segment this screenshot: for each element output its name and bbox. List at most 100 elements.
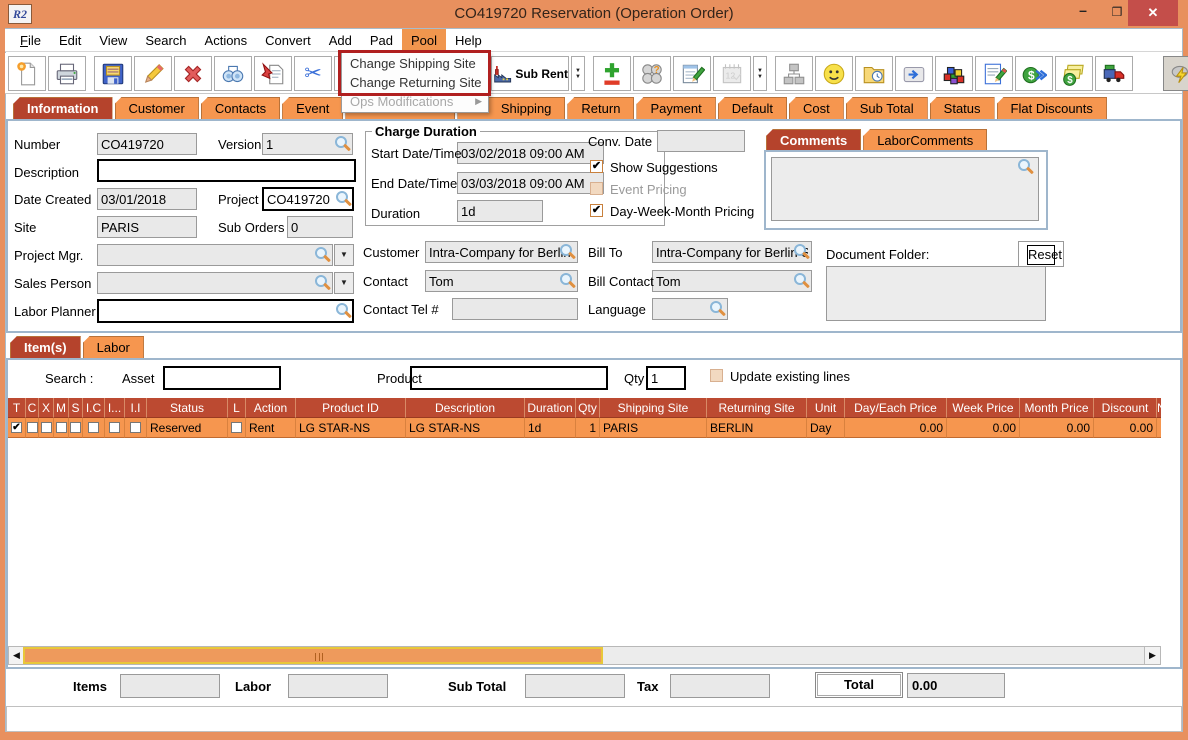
labor-planner-field[interactable] bbox=[97, 299, 354, 323]
row-checkbox-l[interactable] bbox=[231, 422, 242, 433]
cell-qty[interactable]: 1 bbox=[576, 418, 600, 438]
bill-to-lookup-icon[interactable] bbox=[794, 244, 810, 260]
tab-information[interactable]: Information bbox=[13, 97, 113, 120]
tab-comments[interactable]: Comments bbox=[766, 129, 862, 152]
sub-orders-field[interactable] bbox=[287, 216, 353, 238]
total-value-field[interactable] bbox=[907, 673, 1005, 698]
scrollbar-thumb[interactable] bbox=[23, 647, 603, 664]
customer-field[interactable] bbox=[425, 241, 578, 263]
cell-shipping-site[interactable]: PARIS bbox=[600, 418, 707, 438]
menu-search[interactable]: Search bbox=[136, 29, 195, 51]
sub-total-field[interactable] bbox=[525, 674, 625, 698]
send-invoice-button[interactable]: $ bbox=[1015, 56, 1053, 91]
billing-notes-button[interactable]: $ bbox=[1055, 56, 1093, 91]
tab-customer[interactable]: Customer bbox=[114, 97, 199, 120]
menu-file[interactable]: File bbox=[11, 29, 50, 51]
tab-status[interactable]: Status bbox=[929, 97, 995, 120]
row-checkbox-t[interactable]: ✔ bbox=[11, 422, 22, 433]
shortcut-button[interactable] bbox=[895, 56, 933, 91]
row-checkbox-c[interactable] bbox=[26, 422, 38, 433]
sub-rent-button[interactable]: Sub Rent bbox=[491, 56, 569, 91]
row-checkbox-x[interactable] bbox=[40, 422, 52, 433]
language-lookup-icon[interactable] bbox=[710, 301, 726, 317]
sales-person-field[interactable] bbox=[97, 272, 333, 294]
sales-person-dropdown-button[interactable]: ▼ bbox=[334, 272, 354, 294]
row-checkbox-idots[interactable] bbox=[109, 422, 120, 433]
tab-sub-total[interactable]: Sub Total bbox=[845, 97, 928, 120]
print-button[interactable] bbox=[48, 56, 86, 91]
pool-query-button[interactable]: ? bbox=[633, 56, 671, 91]
conv-date-field[interactable] bbox=[657, 130, 745, 152]
customer-lookup-icon[interactable] bbox=[560, 244, 576, 260]
project-mgr-lookup-icon[interactable] bbox=[315, 247, 331, 263]
qty-input[interactable] bbox=[646, 366, 686, 390]
tab-contacts[interactable]: Contacts bbox=[200, 97, 281, 120]
project-lookup-icon[interactable] bbox=[336, 191, 352, 207]
notes-button[interactable] bbox=[673, 56, 711, 91]
menu-actions[interactable]: Actions bbox=[196, 29, 257, 51]
tab-flat-discounts[interactable]: Flat Discounts bbox=[996, 97, 1107, 120]
contact-tel-field[interactable] bbox=[452, 298, 578, 320]
find-button[interactable] bbox=[214, 56, 252, 91]
new-document-button[interactable] bbox=[8, 56, 46, 91]
availability-button[interactable] bbox=[935, 56, 973, 91]
bill-to-field[interactable] bbox=[652, 241, 812, 263]
menu-item-change-returning-site[interactable]: Change Returning Site bbox=[342, 73, 488, 92]
tab-labor[interactable]: Labor bbox=[82, 336, 144, 359]
cell-week-price[interactable]: 0.00 bbox=[947, 418, 1020, 438]
version-lookup-icon[interactable] bbox=[335, 136, 351, 152]
menu-pool[interactable]: Pool bbox=[401, 29, 447, 51]
tab-event[interactable]: Event bbox=[282, 97, 344, 120]
update-existing-checkbox[interactable] bbox=[710, 369, 723, 382]
tab-items[interactable]: Item(s) bbox=[10, 336, 81, 359]
product-search-input[interactable] bbox=[410, 366, 608, 390]
tab-default[interactable]: Default bbox=[717, 97, 787, 120]
horizontal-scrollbar[interactable]: ◀ ▶ bbox=[8, 646, 1161, 665]
paste-special-button[interactable] bbox=[254, 56, 292, 91]
close-button[interactable]: ✕ bbox=[1128, 0, 1178, 26]
cell-unit[interactable]: Day bbox=[807, 418, 845, 438]
labor-planner-lookup-icon[interactable] bbox=[336, 303, 352, 319]
cut-button[interactable]: ✂ bbox=[294, 56, 332, 91]
scroll-right-arrow[interactable]: ▶ bbox=[1144, 647, 1160, 664]
description-field[interactable] bbox=[97, 159, 356, 182]
menu-pad[interactable]: Pad bbox=[361, 29, 402, 51]
menu-convert[interactable]: Convert bbox=[256, 29, 320, 51]
duration-field[interactable] bbox=[457, 200, 543, 222]
comments-textarea[interactable] bbox=[771, 157, 1039, 221]
asset-search-input[interactable] bbox=[163, 366, 281, 390]
save-button[interactable] bbox=[94, 56, 132, 91]
edit-button[interactable] bbox=[134, 56, 172, 91]
calendar-dropdown-chevron[interactable]: ▼ ▼ bbox=[753, 56, 767, 91]
site-field[interactable] bbox=[97, 216, 197, 238]
contact-lookup-icon[interactable] bbox=[560, 273, 576, 289]
cell-returning-site[interactable]: BERLIN bbox=[707, 418, 807, 438]
sub-rent-dropdown-chevron[interactable]: ▼ ▼ bbox=[571, 56, 585, 91]
cell-status[interactable]: Reserved bbox=[147, 418, 228, 438]
cell-net-each[interactable]: 0.00 bbox=[1157, 418, 1161, 438]
project-mgr-field[interactable] bbox=[97, 244, 333, 266]
shipping-button[interactable] bbox=[1095, 56, 1133, 91]
cell-description[interactable]: LG STAR-NS bbox=[406, 418, 525, 438]
end-date-field[interactable] bbox=[457, 172, 604, 194]
tab-labor-comments[interactable]: LaborComments bbox=[863, 129, 988, 152]
comments-lookup-icon[interactable] bbox=[1018, 159, 1034, 175]
tab-return[interactable]: Return bbox=[567, 97, 635, 120]
cell-product-id[interactable]: LG STAR-NS bbox=[296, 418, 406, 438]
contact-field[interactable] bbox=[425, 270, 578, 292]
date-created-field[interactable] bbox=[97, 188, 197, 210]
edit-notes-button[interactable] bbox=[975, 56, 1013, 91]
items-table-row[interactable]: ✔ Reserved Rent LG STAR-NS LG STAR-NS 1d… bbox=[8, 418, 1161, 438]
bill-contact-field[interactable] bbox=[652, 270, 812, 292]
tax-field[interactable] bbox=[670, 674, 770, 698]
tab-cost[interactable]: Cost bbox=[788, 97, 844, 120]
row-checkbox-m[interactable] bbox=[55, 422, 67, 433]
show-suggestions-checkbox[interactable]: ✔ bbox=[590, 160, 603, 173]
menu-help[interactable]: Help bbox=[446, 29, 491, 51]
delete-button[interactable] bbox=[174, 56, 212, 91]
menu-item-change-shipping-site[interactable]: Change Shipping Site bbox=[342, 54, 488, 73]
smiley-button[interactable] bbox=[815, 56, 853, 91]
folder-history-button[interactable] bbox=[855, 56, 893, 91]
cell-duration[interactable]: 1d bbox=[525, 418, 576, 438]
row-checkbox-s[interactable] bbox=[70, 422, 81, 433]
